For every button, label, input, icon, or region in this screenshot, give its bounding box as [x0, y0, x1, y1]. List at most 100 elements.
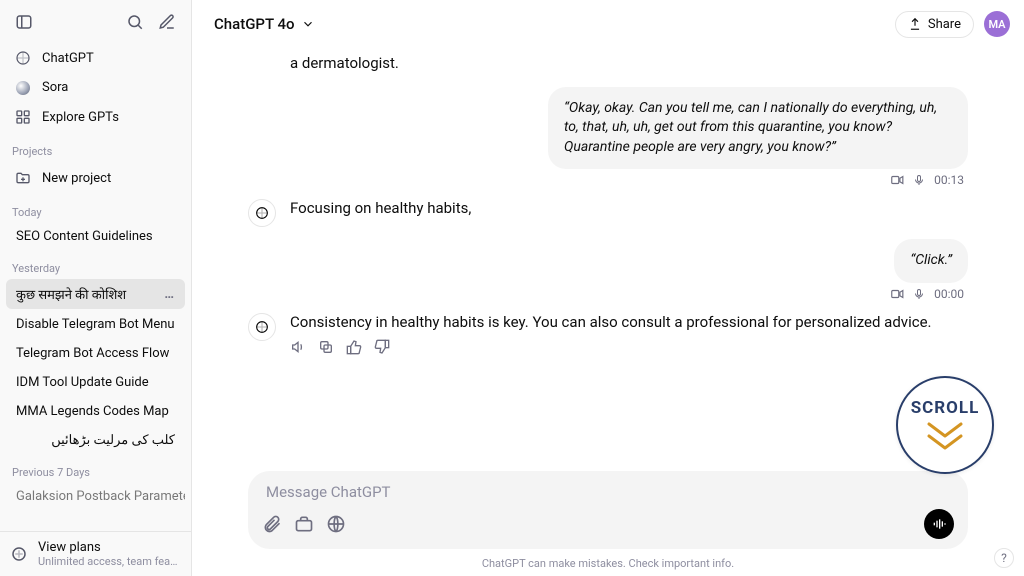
- user-message: “Click.”: [894, 239, 968, 283]
- thumbs-down-button[interactable]: [374, 339, 390, 355]
- assistant-message: a dermatologist.: [290, 52, 968, 75]
- history-item[interactable]: MMA Legends Codes Map: [6, 398, 185, 425]
- grid-icon: [14, 109, 32, 125]
- model-switcher[interactable]: ChatGPT 4o: [206, 9, 323, 39]
- assistant-avatar: [248, 199, 276, 227]
- panel-left-icon: [15, 13, 33, 31]
- history-title: Galaksion Postback Parameters: [16, 489, 185, 504]
- yesterday-label: Yesterday: [0, 252, 191, 277]
- history-title: IDM Tool Update Guide: [16, 375, 149, 390]
- assistant-actions: [290, 339, 968, 355]
- thumbs-up-icon: [346, 339, 362, 355]
- voice-mode-button[interactable]: [924, 509, 954, 539]
- sidebar-nav: ChatGPT Sora Explore GPTs: [0, 40, 191, 135]
- disclaimer: ChatGPT can make mistakes. Check importa…: [192, 553, 1024, 576]
- video-icon: [890, 173, 904, 187]
- sidebar: ChatGPT Sora Explore GPTs Projects New p…: [0, 0, 192, 576]
- plan-title: View plans: [38, 540, 181, 555]
- paperclip-icon: [262, 514, 282, 534]
- nav-label: Explore GPTs: [42, 110, 119, 125]
- nav-sora[interactable]: Sora: [6, 74, 185, 101]
- scroll-indicator[interactable]: SCROLL: [896, 376, 994, 474]
- chat-history: Today SEO Content Guidelines Yesterday क…: [0, 196, 191, 531]
- history-title: SEO Content Guidelines: [16, 229, 153, 244]
- composer[interactable]: Message ChatGPT: [248, 471, 968, 549]
- history-item[interactable]: کلب کی مرلیت بڑھائیں: [6, 427, 185, 454]
- mic-icon: [912, 173, 926, 187]
- history-item[interactable]: Disable Telegram Bot Menu: [6, 311, 185, 338]
- new-project-button[interactable]: New project: [6, 164, 185, 192]
- chatgpt-logo-icon: [254, 319, 270, 335]
- help-label: ?: [1001, 551, 1007, 565]
- avatar-initials: MA: [988, 18, 1005, 31]
- more-icon[interactable]: …: [164, 287, 175, 302]
- history-title: Telegram Bot Access Flow: [16, 346, 169, 361]
- tools-button[interactable]: [294, 514, 314, 534]
- user-message: “Okay, okay. Can you tell me, can I nati…: [548, 87, 968, 170]
- plan-subtitle: Unlimited access, team features,: [38, 555, 181, 568]
- copy-icon: [318, 339, 334, 355]
- globe-icon: [326, 514, 346, 534]
- history-item[interactable]: SEO Content Guidelines: [6, 223, 185, 250]
- clip-duration: 00:00: [934, 287, 964, 301]
- projects-label: Projects: [0, 135, 191, 160]
- nav-explore-gpts[interactable]: Explore GPTs: [6, 103, 185, 131]
- share-button[interactable]: Share: [895, 11, 974, 38]
- upload-icon: [908, 17, 922, 31]
- conversation[interactable]: a dermatologist. “Okay, okay. Can you te…: [192, 48, 1024, 463]
- collapse-sidebar-button[interactable]: [10, 8, 38, 36]
- copy-button[interactable]: [318, 339, 334, 355]
- history-item[interactable]: Telegram Bot Access Flow: [6, 340, 185, 367]
- thumbs-down-icon: [374, 339, 390, 355]
- chatgpt-logo-icon: [14, 50, 32, 66]
- mic-icon: [912, 287, 926, 301]
- history-title: कुछ समझने की कोशिश: [16, 285, 126, 303]
- search-button[interactable]: [121, 8, 149, 36]
- sidebar-top: [0, 0, 191, 40]
- toolbox-icon: [294, 514, 314, 534]
- model-name: ChatGPT 4o: [214, 15, 295, 33]
- view-plans-button[interactable]: View plans Unlimited access, team featur…: [0, 531, 191, 576]
- message-input[interactable]: Message ChatGPT: [262, 481, 954, 503]
- prev7-label: Previous 7 Days: [0, 456, 191, 481]
- topbar: ChatGPT 4o Share MA: [192, 0, 1024, 48]
- chevrons-down-icon: [921, 420, 969, 452]
- nav-label: ChatGPT: [42, 51, 94, 66]
- web-button[interactable]: [326, 514, 346, 534]
- scroll-label: SCROLL: [911, 398, 980, 418]
- read-aloud-button[interactable]: [290, 339, 306, 355]
- thumbs-up-button[interactable]: [346, 339, 362, 355]
- assistant-avatar: [248, 313, 276, 341]
- assistant-message: Focusing on healthy habits,: [290, 197, 968, 227]
- share-label: Share: [928, 17, 961, 32]
- composer-area: Message ChatGPT: [192, 463, 1024, 553]
- sparkle-icon: [10, 545, 28, 563]
- edit-icon: [158, 13, 176, 31]
- main: ChatGPT 4o Share MA a dermatologist.: [192, 0, 1024, 576]
- chevron-down-icon: [301, 17, 315, 31]
- sora-icon: [14, 81, 32, 95]
- history-title: Disable Telegram Bot Menu: [16, 317, 175, 332]
- chatgpt-logo-icon: [254, 205, 270, 221]
- history-item[interactable]: IDM Tool Update Guide: [6, 369, 185, 396]
- help-button[interactable]: ?: [994, 548, 1014, 568]
- history-title: کلب کی مرلیت بڑھائیں: [51, 433, 175, 448]
- history-item[interactable]: Galaksion Postback Parameters: [6, 483, 185, 510]
- video-icon: [890, 287, 904, 301]
- folder-plus-icon: [14, 170, 32, 186]
- waveform-icon: [931, 516, 947, 532]
- nav-label: Sora: [42, 80, 68, 95]
- today-label: Today: [0, 196, 191, 221]
- voice-clip-meta: 00:00: [248, 287, 964, 301]
- assistant-message: Consistency in healthy habits is key. Yo…: [290, 311, 968, 334]
- attach-button[interactable]: [262, 514, 282, 534]
- search-icon: [126, 13, 144, 31]
- user-avatar[interactable]: MA: [984, 11, 1010, 37]
- clip-duration: 00:13: [934, 173, 964, 187]
- new-chat-button[interactable]: [153, 8, 181, 36]
- history-item[interactable]: कुछ समझने की कोशिश …: [6, 279, 185, 309]
- nav-label: New project: [42, 171, 111, 186]
- voice-clip-meta: 00:13: [248, 173, 964, 187]
- history-title: MMA Legends Codes Map: [16, 404, 169, 419]
- nav-chatgpt[interactable]: ChatGPT: [6, 44, 185, 72]
